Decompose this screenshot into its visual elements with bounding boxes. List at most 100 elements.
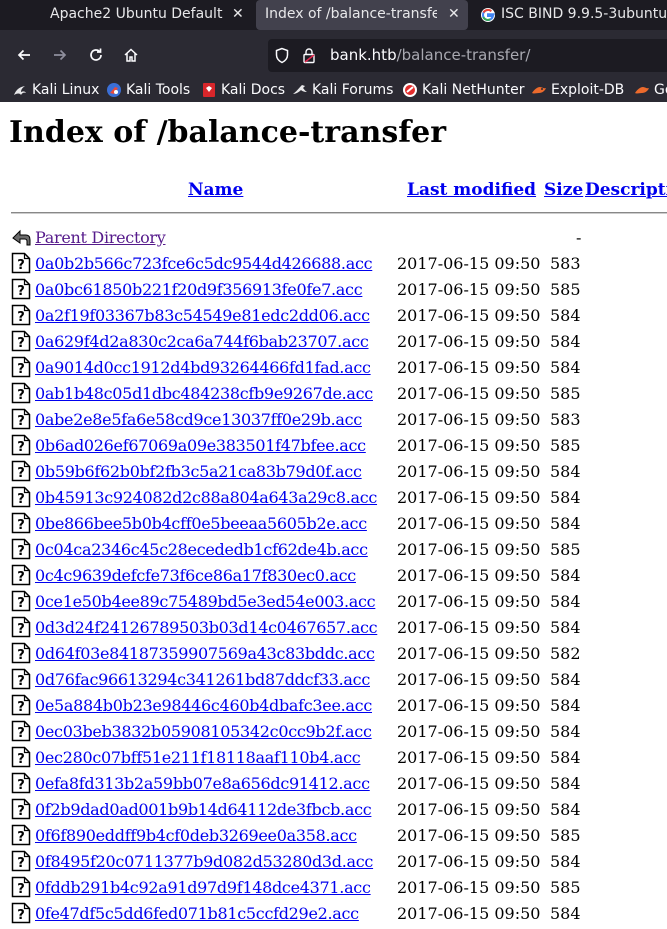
file-last-modified: 2017-06-15 09:50 xyxy=(397,566,541,585)
tab-apache-default[interactable]: Apache2 Ubuntu Default Pa ✕ xyxy=(0,0,252,30)
file-last-modified: 2017-06-15 09:50 xyxy=(397,592,541,611)
file-size: 583 xyxy=(550,410,581,429)
tab-balance-transfer[interactable]: Index of /balance-transfer ✕ xyxy=(256,0,468,30)
file-row: ? 0ec03beb3832b05908105342c0cc9b2f.acc 201… xyxy=(0,720,667,746)
file-link[interactable]: 0ce1e50b4ee89c75489bd5e3ed54e003.acc xyxy=(35,592,376,611)
reload-button[interactable] xyxy=(84,43,108,67)
kali-docs-icon xyxy=(203,83,215,97)
file-link[interactable]: 0efa8fd313b2a59bb07e8a656dc91412.acc xyxy=(35,774,370,793)
svg-text:?: ? xyxy=(17,778,25,793)
file-last-modified: 2017-06-15 09:50 xyxy=(397,644,541,663)
url-path: /balance-transfer/ xyxy=(396,46,531,64)
file-size: 584 xyxy=(550,488,581,507)
file-link[interactable]: 0e5a884b0b23e98446c460b4dbafc3ee.acc xyxy=(35,696,372,715)
tab-label: Index of /balance-transfer xyxy=(265,6,437,22)
shield-icon[interactable] xyxy=(274,47,290,64)
file-row: ? 0a0b2b566c723fce6c5dc9544d426688.acc 201… xyxy=(0,252,667,278)
home-button[interactable] xyxy=(119,43,143,67)
file-row: ? 0a0bc61850b221f20d9f356913fe0fe7.acc 201… xyxy=(0,278,667,304)
url-bar[interactable]: bank.htb/balance-transfer/ xyxy=(268,39,667,72)
file-last-modified: 2017-06-15 09:50 xyxy=(397,748,541,767)
unknown-file-icon: ? xyxy=(11,824,31,846)
file-row: ? 0fddb291b4c92a91d97d9f148dce4371.acc 201… xyxy=(0,876,667,902)
file-last-modified: 2017-06-15 09:50 xyxy=(397,696,541,715)
file-link[interactable]: 0ab1b48c05d1dbc484238cfb9e9267de.acc xyxy=(35,384,373,403)
tab-isc-bind[interactable]: ISC BIND 9.9.5-3ubuntu xyxy=(472,0,667,30)
file-size: 585 xyxy=(550,878,581,897)
tab-label: Apache2 Ubuntu Default Pa xyxy=(50,6,228,22)
svg-text:?: ? xyxy=(17,804,25,819)
file-last-modified: 2017-06-15 09:50 xyxy=(397,722,541,741)
file-size: 582 xyxy=(550,644,581,663)
file-row: ? 0b6ad026ef67069a09e383501f47bfee.acc 201… xyxy=(0,434,667,460)
back-button[interactable] xyxy=(12,43,36,67)
lock-icon[interactable] xyxy=(301,47,317,64)
column-header-size[interactable]: Size xyxy=(544,180,583,200)
file-row: ? 0a9014d0cc1912d4bd93264466fd1fad.acc 201… xyxy=(0,356,667,382)
svg-text:?: ? xyxy=(17,388,25,403)
column-header-name[interactable]: Name xyxy=(188,180,243,200)
file-link[interactable]: 0ec280c07bff51e211f18118aaf110b4.acc xyxy=(35,748,361,767)
file-link[interactable]: 0d76fac96613294c341261bd87ddcf33.acc xyxy=(35,670,370,689)
file-link[interactable]: 0b6ad026ef67069a09e383501f47bfee.acc xyxy=(35,436,366,455)
file-link[interactable]: 0a9014d0cc1912d4bd93264466fd1fad.acc xyxy=(35,358,371,377)
unknown-file-icon: ? xyxy=(11,356,31,378)
file-link[interactable]: 0c04ca2346c45c28ecededb1cf62de4b.acc xyxy=(35,540,368,559)
svg-text:?: ? xyxy=(17,544,25,559)
file-link[interactable]: 0f8495f20c0711377b9d082d53280d3d.acc xyxy=(35,852,373,871)
bookmark-label: Exploit-DB xyxy=(551,82,625,98)
svg-text:?: ? xyxy=(17,336,25,351)
url-text[interactable]: bank.htb/balance-transfer/ xyxy=(330,39,530,72)
svg-text:?: ? xyxy=(17,622,25,637)
file-row: ? 0f2b9dad0ad001b9b14d64112de3fbcb.acc 201… xyxy=(0,798,667,824)
file-link[interactable]: 0fe47df5c5dd6fed071b81c5ccfd29e2.acc xyxy=(35,904,359,923)
column-header-last-modified[interactable]: Last modified xyxy=(407,180,536,200)
tab-bar: Apache2 Ubuntu Default Pa ✕ Index of /ba… xyxy=(0,0,667,30)
file-link[interactable]: 0d64f03e84187359907569a43c83bddc.acc xyxy=(35,644,375,663)
back-folder-icon xyxy=(12,229,31,246)
column-header-description[interactable]: Description xyxy=(585,180,667,200)
file-link[interactable]: 0f6f890eddff9b4cf0deb3269ee0a358.acc xyxy=(35,826,357,845)
unknown-file-icon: ? xyxy=(11,590,31,612)
file-link[interactable]: 0ec03beb3832b05908105342c0cc9b2f.acc xyxy=(35,722,372,741)
file-row: ? 0ec280c07bff51e211f18118aaf110b4.acc 201… xyxy=(0,746,667,772)
file-size: 584 xyxy=(550,696,581,715)
file-size: 584 xyxy=(550,774,581,793)
file-last-modified: 2017-06-15 09:50 xyxy=(397,254,541,273)
google-icon xyxy=(481,8,495,22)
file-size: 584 xyxy=(550,592,581,611)
svg-text:?: ? xyxy=(17,518,25,533)
file-link[interactable]: 0a0b2b566c723fce6c5dc9544d426688.acc xyxy=(35,254,373,273)
file-link[interactable]: 0a0bc61850b221f20d9f356913fe0fe7.acc xyxy=(35,280,363,299)
unknown-file-icon: ? xyxy=(11,330,31,352)
file-link[interactable]: 0be866bee5b0b4cff0e5beeaa5605b2e.acc xyxy=(35,514,367,533)
file-link[interactable]: 0a629f4d2a830c2ca6a744f6bab23707.acc xyxy=(35,332,369,351)
file-link[interactable]: 0c4c9639defcfe73f6ce86a17f830ec0.acc xyxy=(35,566,356,585)
file-size: 584 xyxy=(550,306,581,325)
file-link[interactable]: 0d3d24f24126789503b03d14c0467657.acc xyxy=(35,618,378,637)
url-host: bank.htb xyxy=(330,46,397,64)
file-row: ? 0efa8fd313b2a59bb07e8a656dc91412.acc 201… xyxy=(0,772,667,798)
file-link[interactable]: 0b45913c924082d2c88a804a643a29c8.acc xyxy=(35,488,377,507)
file-size: 584 xyxy=(550,462,581,481)
file-link[interactable]: 0fddb291b4c92a91d97d9f148dce4371.acc xyxy=(35,878,371,897)
file-link[interactable]: 0f2b9dad0ad001b9b14d64112de3fbcb.acc xyxy=(35,800,372,819)
file-row: ? 0be866bee5b0b4cff0e5beeaa5605b2e.acc 201… xyxy=(0,512,667,538)
file-last-modified: 2017-06-15 09:50 xyxy=(397,384,541,403)
file-size: 584 xyxy=(550,358,581,377)
file-row: ? 0a629f4d2a830c2ca6a744f6bab23707.acc 201… xyxy=(0,330,667,356)
unknown-file-icon: ? xyxy=(11,902,31,924)
file-link[interactable]: 0b59b6f62b0bf2fb3c5a21ca83b79d0f.acc xyxy=(35,462,362,481)
svg-text:?: ? xyxy=(17,570,25,585)
file-link[interactable]: 0a2f19f03367b83c54549e81edc2dd06.acc xyxy=(35,306,370,325)
close-icon[interactable]: ✕ xyxy=(448,0,460,29)
unknown-file-icon: ? xyxy=(11,460,31,482)
forward-button[interactable] xyxy=(48,43,72,67)
close-icon[interactable]: ✕ xyxy=(232,0,244,29)
kali-nethunter-icon xyxy=(403,83,417,97)
file-link[interactable]: 0abe2e8e5fa6e58cd9ce13037ff0e29b.acc xyxy=(35,410,362,429)
file-last-modified: 2017-06-15 09:50 xyxy=(397,488,541,507)
svg-text:?: ? xyxy=(17,492,25,507)
file-row: ? 0c04ca2346c45c28ecededb1cf62de4b.acc 201… xyxy=(0,538,667,564)
parent-directory-link[interactable]: Parent Directory xyxy=(35,228,166,247)
